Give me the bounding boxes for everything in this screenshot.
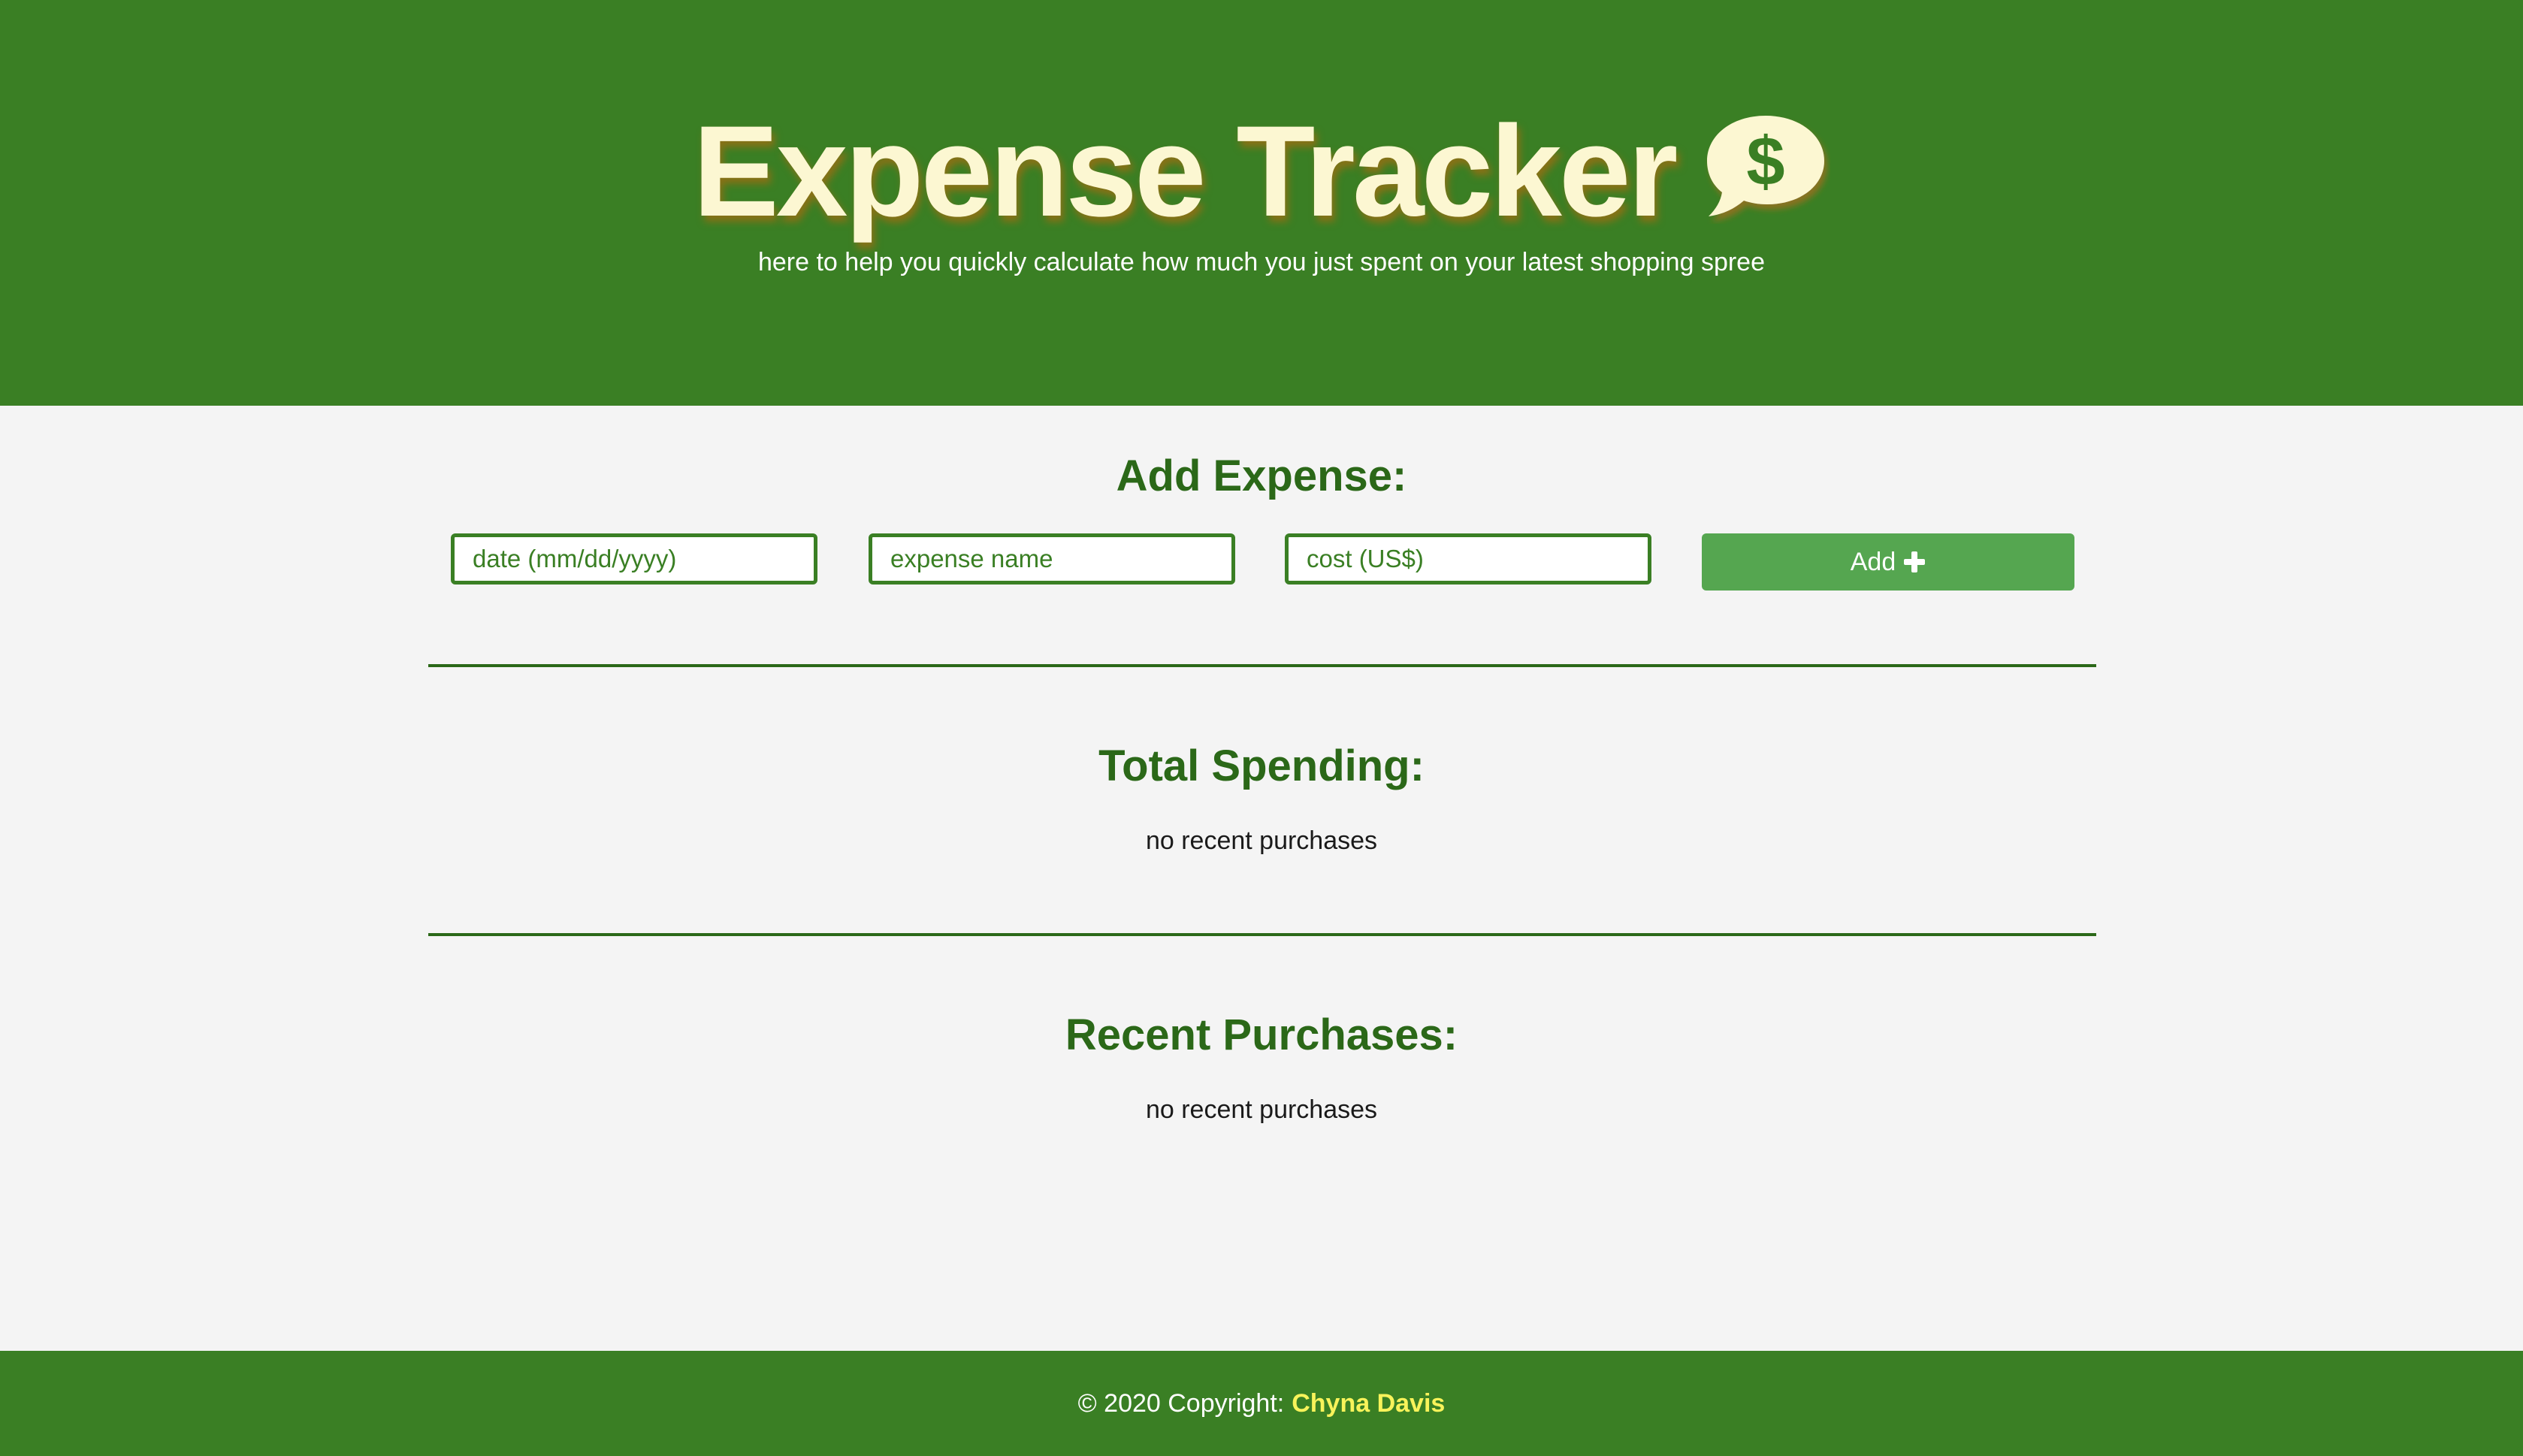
cost-input[interactable] bbox=[1285, 533, 1651, 585]
footer-copyright: © 2020 Copyright: bbox=[1077, 1388, 1285, 1418]
page-title: Expense Tracker bbox=[693, 99, 1678, 243]
page: Expense Tracker $ here to help you quick… bbox=[0, 0, 2523, 1456]
recent-purchases-empty-text: no recent purchases bbox=[1145, 1095, 1378, 1124]
page-subtitle: here to help you quickly calculate how m… bbox=[757, 248, 1765, 276]
total-spending-empty-text: no recent purchases bbox=[1145, 826, 1378, 855]
header-banner: Expense Tracker $ here to help you quick… bbox=[0, 0, 2523, 406]
date-input[interactable] bbox=[451, 533, 817, 585]
footer: © 2020 Copyright: Chyna Davis bbox=[0, 1351, 2523, 1456]
title-row: Expense Tracker $ bbox=[0, 96, 2523, 246]
total-spending-heading: Total Spending: bbox=[1098, 742, 1425, 790]
recent-purchases-heading: Recent Purchases: bbox=[1065, 1010, 1458, 1059]
expense-name-input[interactable] bbox=[869, 533, 1235, 585]
dollar-speech-bubble-icon: $ bbox=[1706, 116, 1824, 216]
plus-icon bbox=[1904, 551, 1926, 572]
add-expense-button[interactable]: Add bbox=[1702, 533, 2074, 591]
add-button-label: Add bbox=[1850, 547, 1896, 576]
add-expense-heading: Add Expense: bbox=[1116, 452, 1407, 500]
section-divider bbox=[428, 664, 2096, 667]
svg-text:$: $ bbox=[1746, 123, 1784, 200]
section-divider bbox=[428, 933, 2096, 936]
footer-author-link[interactable]: Chyna Davis bbox=[1292, 1389, 1445, 1418]
